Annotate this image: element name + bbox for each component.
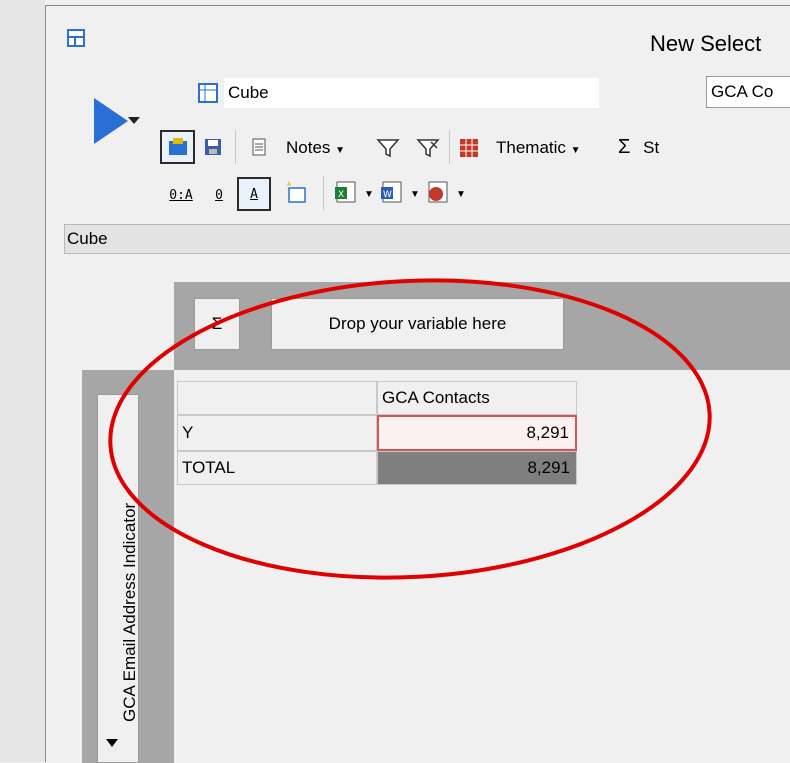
annotation-ellipse — [108, 278, 712, 580]
